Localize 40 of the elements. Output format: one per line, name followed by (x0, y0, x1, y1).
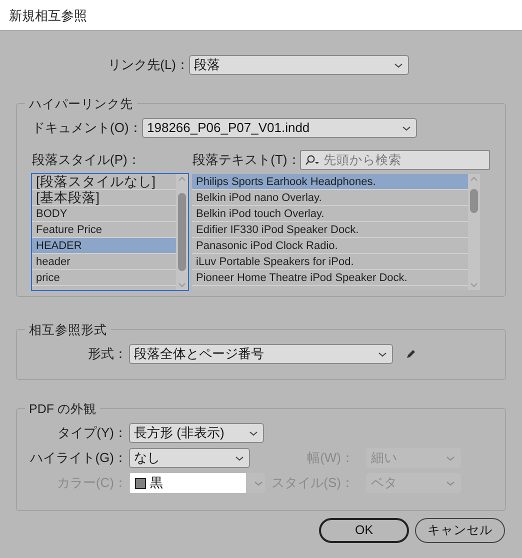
ok-button[interactable]: OK (319, 518, 409, 543)
paragraph-style-label: 段落スタイル(P)： (32, 151, 142, 170)
paragraph-text-item[interactable]: Pioneer Home Theatre iPod Speaker Dock. (192, 270, 468, 286)
paragraph-text-item[interactable]: Panasonic iPod Clock Radio. (192, 238, 468, 254)
link-to-dropdown[interactable]: 段落 (189, 55, 409, 75)
type-dropdown[interactable]: 長方形 (非表示) (129, 423, 264, 443)
document-dropdown[interactable]: 198266_P06_P07_V01.indd (142, 118, 417, 138)
paragraph-text-item[interactable]: iLuv Portable Speakers for iPod. (192, 254, 468, 270)
paragraph-style-item[interactable]: HEADER (32, 238, 176, 254)
caret-icon (378, 352, 387, 356)
highlight-label: ハイライト(G)： (29, 449, 127, 468)
caret-icon (235, 456, 244, 460)
pencil-icon[interactable] (406, 349, 416, 359)
caret-icon (446, 456, 455, 460)
scroll-up-icon[interactable] (470, 176, 478, 181)
format-dropdown[interactable]: 段落全体とページ番号 (129, 344, 393, 364)
search-field[interactable]: 先頭から検索 (300, 150, 490, 170)
caret-icon (446, 480, 455, 486)
scroll-down-icon[interactable] (178, 283, 186, 288)
scrollbar-thumb[interactable] (178, 193, 186, 271)
caret-icon (402, 126, 411, 130)
highlight-dropdown[interactable]: なし (129, 448, 250, 468)
caret-icon (249, 430, 258, 436)
paragraph-text-item[interactable]: Philips Sports Earhook Headphones. (192, 174, 468, 190)
cancel-button[interactable]: キャンセル (415, 518, 505, 543)
type-label: タイプ(Y)： (56, 424, 127, 442)
paragraph-text-item[interactable]: Belkin iPod nano Overlay. (192, 190, 468, 206)
caret-icon (394, 62, 403, 68)
paragraph-text-item[interactable]: Edifier IF330 iPod Speaker Dock. (192, 222, 468, 238)
link-to-label: リンク先(L)： (107, 56, 189, 74)
paragraph-text-item[interactable]: Belkin iPod touch Overlay. (192, 206, 468, 222)
window-title: 新規相互参照 (9, 7, 87, 25)
scroll-up-icon[interactable] (178, 176, 186, 181)
paragraph-text-label: 段落テキスト(T)： (192, 151, 300, 170)
scroll-down-icon[interactable] (470, 283, 478, 288)
format-label: 形式： (87, 345, 127, 364)
caret-icon (254, 481, 263, 486)
document-label: ドキュメント(O)： (32, 119, 142, 138)
swatch-icon (135, 478, 146, 488)
scrollbar-thumb[interactable] (470, 189, 478, 213)
